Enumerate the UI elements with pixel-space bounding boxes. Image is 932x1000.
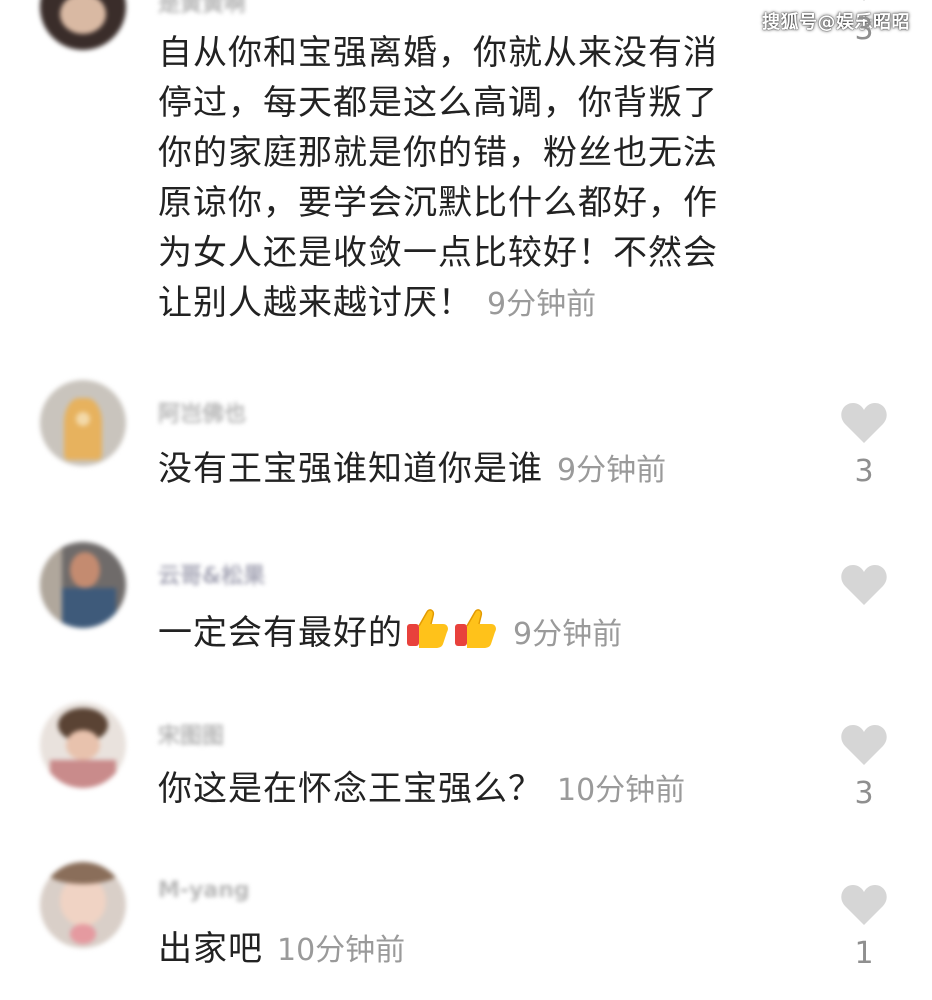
comment-time: 10分钟前 (277, 933, 406, 968)
heart-icon (863, 0, 865, 1)
avatar[interactable] (40, 542, 126, 628)
like-count: 3 (854, 12, 874, 47)
comment-text: 一定会有最好的 9分钟前 (158, 604, 622, 660)
comment-time: 9分钟前 (513, 617, 623, 652)
comment-text: 出家吧 10分钟前 (158, 924, 405, 976)
heart-icon (841, 725, 887, 765)
comment-username[interactable]: M-yang (158, 878, 250, 903)
comment-text-line: 你的家庭那就是你的错，粉丝也无法 (158, 133, 718, 173)
comment-text-content: 没有王宝强谁知道你是谁 (158, 449, 543, 489)
comment-text: 没有王宝强谁知道你是谁 9分钟前 (158, 444, 666, 496)
like-count: 1 (854, 936, 874, 971)
comment-text-line: 停过，每天都是这么高调，你背叛了 (158, 83, 718, 123)
thumbs-up-icon (407, 609, 448, 648)
avatar[interactable] (40, 702, 126, 788)
heart-icon (841, 885, 887, 925)
comment-text-line: 让别人越来越讨厌！ 9分钟前 (158, 278, 718, 330)
avatar[interactable] (40, 0, 126, 50)
comment-text-content: 出家吧 (158, 929, 263, 969)
avatar[interactable] (40, 862, 126, 948)
heart-icon (841, 565, 887, 605)
like-button[interactable]: 3 (834, 0, 894, 47)
comment-username[interactable]: 宋图图 (158, 718, 224, 750)
comment-text: 你这是在怀念王宝强么？ 10分钟前 (158, 764, 685, 816)
comment-time: 9分钟前 (487, 287, 597, 322)
comment-text-last: 让别人越来越讨厌！ (158, 283, 473, 323)
like-button[interactable]: 3 (834, 402, 894, 489)
heart-icon (841, 403, 887, 443)
like-count: 3 (854, 454, 874, 489)
like-button[interactable] (834, 564, 894, 616)
comment-text-line: 原谅你，要学会沉默比什么都好，作 (158, 183, 718, 223)
comment-text: 自从你和宝强离婚，你就从来没有消 停过，每天都是这么高调，你背叛了 你的家庭那就… (158, 28, 718, 330)
thumbs-up-icon (455, 609, 496, 648)
comment-list-page: 搜狐号@娱乐昭昭 是黄黄啊 自从你和宝强离婚，你就从来没有消 停过，每天都是这么… (0, 0, 932, 1000)
comment-time: 9分钟前 (557, 453, 667, 488)
comment-text-line: 为女人还是收敛一点比较好！不然会 (158, 233, 718, 273)
comment-text-content: 你这是在怀念王宝强么？ (158, 769, 543, 809)
comment-text-line: 自从你和宝强离婚，你就从来没有消 (158, 33, 718, 73)
comment-username[interactable]: 是黄黄啊 (158, 0, 246, 18)
comment-time: 10分钟前 (557, 773, 686, 808)
avatar[interactable] (40, 380, 126, 466)
like-count: 3 (854, 776, 874, 811)
like-button[interactable]: 1 (834, 884, 894, 971)
like-button[interactable]: 3 (834, 724, 894, 811)
comment-username[interactable]: 云哥&松果 (158, 558, 265, 590)
comment-text-content: 一定会有最好的 (158, 613, 403, 653)
comment-username[interactable]: 阿岂佛也 (158, 396, 246, 428)
